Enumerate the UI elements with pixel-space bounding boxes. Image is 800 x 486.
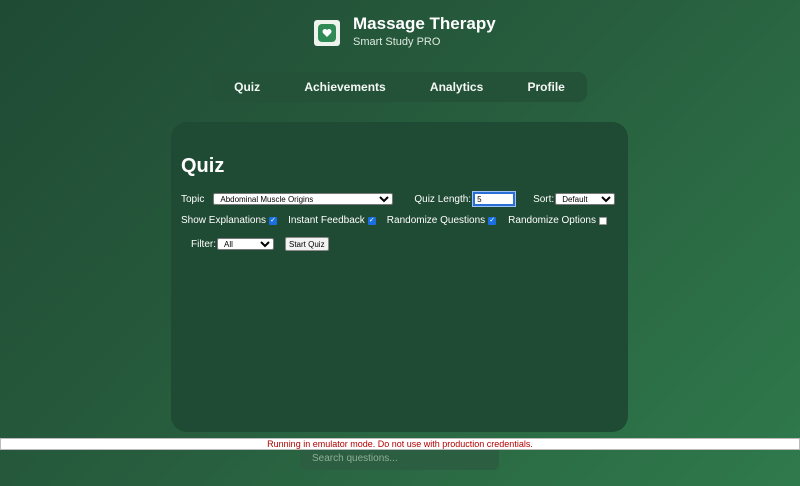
sort-label: Sort: (533, 193, 555, 205)
quiz-length-input[interactable] (472, 191, 517, 207)
quiz-length-label: Quiz Length: (414, 193, 472, 205)
randomize-options-label: Randomize Options (508, 215, 596, 226)
app-logo (314, 20, 340, 46)
tab-profile[interactable]: Profile (520, 80, 573, 94)
app-subtitle: Smart Study PRO (353, 36, 441, 48)
instant-feedback-checkbox[interactable]: ✓ (367, 216, 376, 225)
instant-feedback-label: Instant Feedback (288, 215, 365, 226)
tab-analytics[interactable]: Analytics (422, 80, 491, 94)
tab-achievements[interactable]: Achievements (296, 80, 393, 94)
filter-label: Filter: (191, 238, 216, 250)
topic-label: Topic (181, 193, 205, 205)
tab-quiz[interactable]: Quiz (226, 80, 268, 94)
show-explanations-label: Show Explanations (181, 215, 267, 226)
heart-hands-icon (318, 24, 336, 42)
topic-select[interactable]: Abdominal Muscle Origins (213, 193, 394, 205)
filter-select[interactable]: All (217, 238, 274, 250)
randomize-questions-checkbox[interactable]: ✓ (488, 216, 497, 225)
quiz-panel: Quiz Topic Abdominal Muscle Origins Quiz… (171, 122, 628, 432)
sort-select[interactable]: Default (555, 193, 616, 205)
quiz-title: Quiz (181, 155, 225, 177)
emulator-warning-banner: Running in emulator mode. Do not use wit… (0, 438, 800, 450)
start-quiz-button[interactable]: Start Quiz (285, 237, 329, 251)
randomize-questions-label: Randomize Questions (386, 215, 486, 226)
app-header: Massage Therapy Smart Study PRO (314, 14, 496, 49)
show-explanations-checkbox[interactable]: ✓ (269, 216, 278, 225)
app-title: Massage Therapy (353, 14, 496, 33)
randomize-options-checkbox[interactable] (599, 216, 607, 225)
main-nav: Quiz Achievements Analytics Profile (212, 72, 587, 102)
